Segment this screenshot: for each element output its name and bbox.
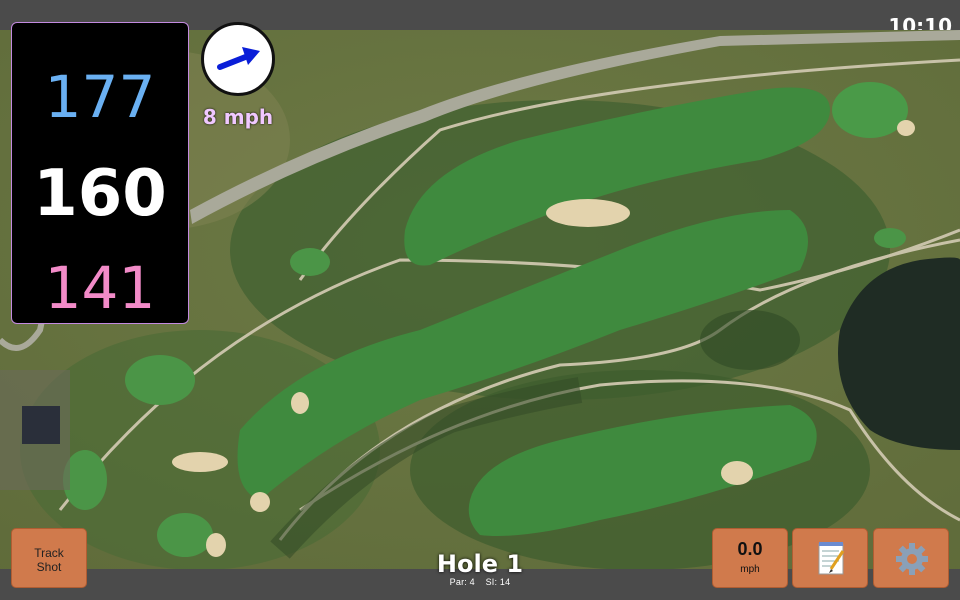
- front-distance: 141: [44, 254, 156, 322]
- middle-distance: 160: [33, 157, 167, 231]
- track-shot-button[interactable]: Track Shot: [11, 528, 87, 588]
- hole-info: Par: 4 SI: 14: [420, 577, 540, 587]
- back-distance: 177: [44, 63, 156, 131]
- wind-arrow-icon: [217, 47, 260, 70]
- speed-button[interactable]: 0.0 mph: [712, 528, 788, 588]
- wind-indicator: [201, 22, 275, 96]
- settings-button[interactable]: [873, 528, 949, 588]
- notepad-icon: [818, 542, 845, 575]
- speed-value: 0.0: [737, 539, 763, 559]
- speed-unit: mph: [740, 564, 760, 575]
- notes-button[interactable]: [792, 528, 868, 588]
- hole-title: Hole 1: [436, 550, 524, 578]
- distance-panel: 177 160 141: [11, 22, 189, 324]
- wind-speed: 8 mph: [202, 105, 274, 129]
- hole-si: SI: 14: [485, 577, 511, 587]
- track-shot-label-1: Track: [34, 546, 64, 560]
- hole-par: Par: 4: [449, 577, 475, 587]
- track-shot-label-2: Shot: [36, 560, 62, 574]
- gear-icon: [896, 543, 928, 575]
